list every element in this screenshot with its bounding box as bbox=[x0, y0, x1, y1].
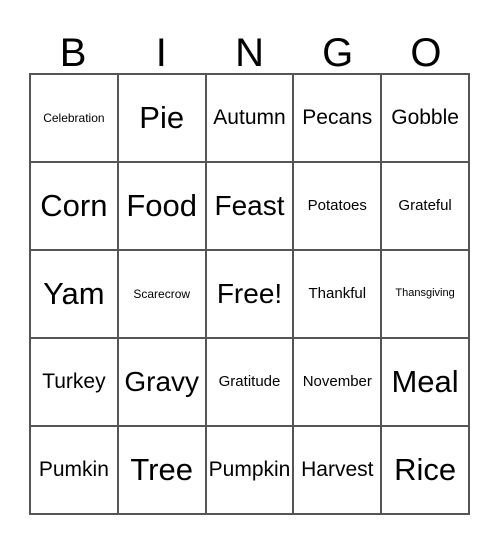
bingo-cell-label: Food bbox=[126, 187, 198, 223]
bingo-cell-o-2[interactable]: Grateful bbox=[382, 163, 470, 251]
bingo-cell-label: Rice bbox=[394, 451, 457, 487]
bingo-cell-b-4[interactable]: Turkey bbox=[31, 339, 119, 427]
bingo-cell-b-5[interactable]: Pumkin bbox=[31, 427, 119, 515]
bingo-header-row: B I N G O bbox=[29, 18, 470, 73]
bingo-cell-label: Pecans bbox=[302, 105, 373, 129]
bingo-cell-o-5[interactable]: Rice bbox=[382, 427, 470, 515]
bingo-header-letter-n: N bbox=[235, 31, 264, 75]
bingo-cell-label: Pumpkin bbox=[208, 457, 291, 481]
bingo-cell-free-space[interactable]: Free! bbox=[206, 251, 295, 339]
bingo-cell-b-3[interactable]: Yam bbox=[31, 251, 119, 339]
bingo-cell-label: Yam bbox=[43, 275, 105, 311]
bingo-cell-label: Turkey bbox=[42, 369, 106, 393]
bingo-cell-label: Corn bbox=[40, 187, 108, 223]
bingo-cell-label: Thansgiving bbox=[395, 287, 455, 300]
bingo-cell-i-2[interactable]: Food bbox=[118, 163, 207, 251]
bingo-cell-n-5[interactable]: Pumpkin bbox=[206, 427, 295, 515]
bingo-card: B I N G O Celebration Pie Autumn Pecans Gobb… bbox=[0, 0, 500, 544]
bingo-cell-n-1[interactable]: Autumn bbox=[206, 75, 295, 163]
bingo-grid: Celebration Pie Autumn Pecans Gobble Corn Food… bbox=[29, 73, 470, 515]
bingo-cell-label: November bbox=[302, 373, 372, 391]
bingo-cell-n-2[interactable]: Feast bbox=[206, 163, 295, 251]
bingo-header-letter-b: B bbox=[59, 31, 87, 75]
bingo-cell-label: Grateful bbox=[398, 197, 452, 215]
bingo-cell-b-1[interactable]: Celebration bbox=[31, 75, 119, 163]
bingo-cell-label: Gobble bbox=[391, 105, 459, 129]
bingo-cell-label: Free! bbox=[216, 278, 283, 310]
bingo-cell-label: Tree bbox=[130, 451, 193, 487]
bingo-cell-g-2[interactable]: Potatoes bbox=[294, 163, 383, 251]
bingo-cell-i-5[interactable]: Tree bbox=[118, 427, 207, 515]
bingo-cell-label: Scarecrow bbox=[133, 286, 191, 301]
bingo-cell-g-1[interactable]: Pecans bbox=[294, 75, 383, 163]
bingo-cell-b-2[interactable]: Corn bbox=[31, 163, 119, 251]
bingo-cell-g-5[interactable]: Harvest bbox=[294, 427, 383, 515]
bingo-cell-label: Pie bbox=[139, 99, 185, 135]
bingo-cell-g-3[interactable]: Thankful bbox=[294, 251, 383, 339]
bingo-cell-label: Gravy bbox=[124, 366, 200, 398]
bingo-cell-label: Gratitude bbox=[218, 373, 281, 391]
bingo-cell-o-1[interactable]: Gobble bbox=[382, 75, 470, 163]
bingo-cell-g-4[interactable]: November bbox=[294, 339, 383, 427]
bingo-cell-label: Pumkin bbox=[38, 457, 109, 481]
bingo-cell-label: Feast bbox=[214, 190, 285, 222]
bingo-cell-label: Harvest bbox=[301, 457, 374, 481]
bingo-cell-i-4[interactable]: Gravy bbox=[118, 339, 207, 427]
bingo-header-letter-o: O bbox=[410, 31, 442, 75]
bingo-cell-i-1[interactable]: Pie bbox=[118, 75, 207, 163]
bingo-header-letter-i: I bbox=[155, 31, 167, 75]
bingo-cell-o-3[interactable]: Thansgiving bbox=[382, 251, 470, 339]
bingo-cell-i-3[interactable]: Scarecrow bbox=[118, 251, 207, 339]
bingo-cell-label: Potatoes bbox=[307, 197, 367, 215]
bingo-cell-n-4[interactable]: Gratitude bbox=[206, 339, 295, 427]
bingo-cell-o-4[interactable]: Meal bbox=[382, 339, 470, 427]
bingo-header-letter-g: G bbox=[322, 31, 354, 75]
bingo-cell-label: Celebration bbox=[43, 110, 105, 125]
bingo-cell-label: Meal bbox=[391, 363, 459, 399]
bingo-cell-label: Autumn bbox=[213, 105, 286, 129]
bingo-cell-label: Thankful bbox=[308, 285, 367, 303]
